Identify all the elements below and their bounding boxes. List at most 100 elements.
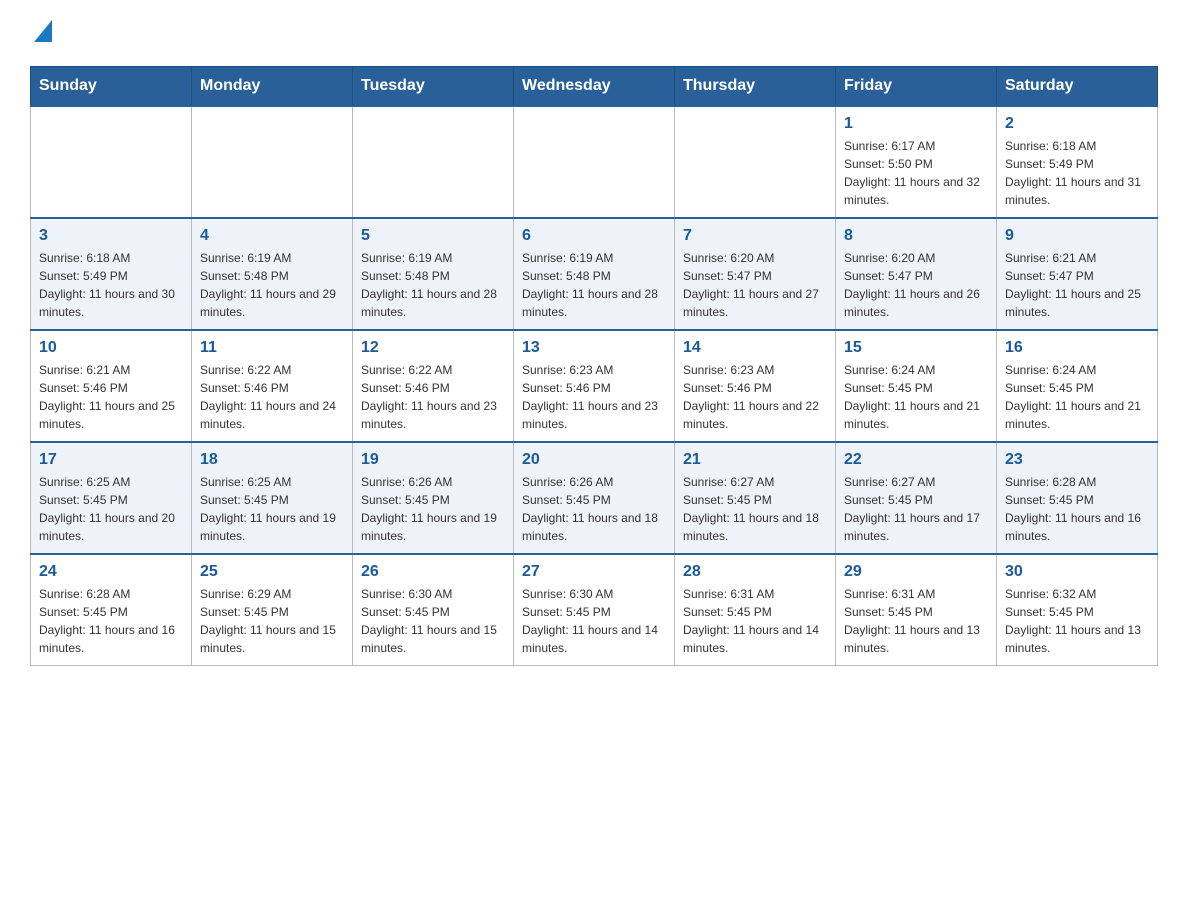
calendar-cell: [31, 106, 192, 218]
day-number: 27: [522, 563, 666, 581]
day-info: Sunrise: 6:21 AM Sunset: 5:47 PM Dayligh…: [1005, 249, 1149, 321]
weekday-header-row: SundayMondayTuesdayWednesdayThursdayFrid…: [31, 67, 1158, 107]
day-number: 14: [683, 339, 827, 357]
day-number: 10: [39, 339, 183, 357]
day-number: 17: [39, 451, 183, 469]
day-number: 2: [1005, 115, 1149, 133]
weekday-header-wednesday: Wednesday: [514, 67, 675, 107]
day-info: Sunrise: 6:25 AM Sunset: 5:45 PM Dayligh…: [39, 473, 183, 545]
calendar-cell: 29 Sunrise: 6:31 AM Sunset: 5:45 PM Dayli…: [836, 554, 997, 666]
calendar-table: SundayMondayTuesdayWednesdayThursdayFrid…: [30, 66, 1158, 666]
day-number: 21: [683, 451, 827, 469]
day-info: Sunrise: 6:23 AM Sunset: 5:46 PM Dayligh…: [683, 361, 827, 433]
day-number: 5: [361, 227, 505, 245]
calendar-cell: 8 Sunrise: 6:20 AM Sunset: 5:47 PM Daylig…: [836, 218, 997, 330]
calendar-cell: 3Sunrise: 6:18 AM Sunset: 5:49 PM Daylig…: [31, 218, 192, 330]
day-info: Sunrise: 6:24 AM Sunset: 5:45 PM Dayligh…: [844, 361, 988, 433]
day-number: 15: [844, 339, 988, 357]
day-number: 7: [683, 227, 827, 245]
calendar-header: SundayMondayTuesdayWednesdayThursdayFrid…: [31, 67, 1158, 107]
weekday-header-thursday: Thursday: [675, 67, 836, 107]
calendar-cell: 27 Sunrise: 6:30 AM Sunset: 5:45 PM Dayli…: [514, 554, 675, 666]
calendar-cell: 30 Sunrise: 6:32 AM Sunset: 5:45 PM Dayli…: [997, 554, 1158, 666]
calendar-cell: 16 Sunrise: 6:24 AM Sunset: 5:45 PM Dayli…: [997, 330, 1158, 442]
calendar-cell: [192, 106, 353, 218]
calendar-cell: 12 Sunrise: 6:22 AM Sunset: 5:46 PM Dayli…: [353, 330, 514, 442]
calendar-cell: 18 Sunrise: 6:25 AM Sunset: 5:45 PM Dayli…: [192, 442, 353, 554]
day-info: Sunrise: 6:28 AM Sunset: 5:45 PM Dayligh…: [1005, 473, 1149, 545]
day-number: 11: [200, 339, 344, 357]
logo: [30, 20, 52, 46]
day-info: Sunrise: 6:25 AM Sunset: 5:45 PM Dayligh…: [200, 473, 344, 545]
day-number: 23: [1005, 451, 1149, 469]
day-info: Sunrise: 6:26 AM Sunset: 5:45 PM Dayligh…: [522, 473, 666, 545]
calendar-cell: 2 Sunrise: 6:18 AM Sunset: 5:49 PM Daylig…: [997, 106, 1158, 218]
calendar-cell: 13Sunrise: 6:23 AM Sunset: 5:46 PM Dayli…: [514, 330, 675, 442]
page-header: [30, 20, 1158, 46]
day-info: Sunrise: 6:18 AM Sunset: 5:49 PM Dayligh…: [39, 249, 183, 321]
day-number: 26: [361, 563, 505, 581]
calendar-cell: [353, 106, 514, 218]
weekday-header-friday: Friday: [836, 67, 997, 107]
calendar-cell: 4Sunrise: 6:19 AM Sunset: 5:48 PM Daylig…: [192, 218, 353, 330]
calendar-cell: 11 Sunrise: 6:22 AM Sunset: 5:46 PM Dayli…: [192, 330, 353, 442]
day-info: Sunrise: 6:28 AM Sunset: 5:45 PM Dayligh…: [39, 585, 183, 657]
day-info: Sunrise: 6:21 AM Sunset: 5:46 PM Dayligh…: [39, 361, 183, 433]
day-info: Sunrise: 6:30 AM Sunset: 5:45 PM Dayligh…: [361, 585, 505, 657]
day-number: 18: [200, 451, 344, 469]
day-number: 25: [200, 563, 344, 581]
day-info: Sunrise: 6:22 AM Sunset: 5:46 PM Dayligh…: [200, 361, 344, 433]
day-info: Sunrise: 6:24 AM Sunset: 5:45 PM Dayligh…: [1005, 361, 1149, 433]
day-info: Sunrise: 6:27 AM Sunset: 5:45 PM Dayligh…: [683, 473, 827, 545]
calendar-cell: [675, 106, 836, 218]
day-number: 24: [39, 563, 183, 581]
calendar-cell: 23 Sunrise: 6:28 AM Sunset: 5:45 PM Dayli…: [997, 442, 1158, 554]
weekday-header-saturday: Saturday: [997, 67, 1158, 107]
calendar-cell: 28 Sunrise: 6:31 AM Sunset: 5:45 PM Dayli…: [675, 554, 836, 666]
calendar-cell: 14 Sunrise: 6:23 AM Sunset: 5:46 PM Dayli…: [675, 330, 836, 442]
day-info: Sunrise: 6:19 AM Sunset: 5:48 PM Dayligh…: [361, 249, 505, 321]
day-number: 6: [522, 227, 666, 245]
calendar-cell: 7 Sunrise: 6:20 AM Sunset: 5:47 PM Daylig…: [675, 218, 836, 330]
weekday-header-monday: Monday: [192, 67, 353, 107]
calendar-cell: 17 Sunrise: 6:25 AM Sunset: 5:45 PM Dayli…: [31, 442, 192, 554]
calendar-cell: 25 Sunrise: 6:29 AM Sunset: 5:45 PM Dayli…: [192, 554, 353, 666]
day-info: Sunrise: 6:20 AM Sunset: 5:47 PM Dayligh…: [844, 249, 988, 321]
calendar-cell: 1Sunrise: 6:17 AM Sunset: 5:50 PM Daylig…: [836, 106, 997, 218]
calendar-cell: 15 Sunrise: 6:24 AM Sunset: 5:45 PM Dayli…: [836, 330, 997, 442]
day-info: Sunrise: 6:27 AM Sunset: 5:45 PM Dayligh…: [844, 473, 988, 545]
day-info: Sunrise: 6:18 AM Sunset: 5:49 PM Dayligh…: [1005, 137, 1149, 209]
day-number: 9: [1005, 227, 1149, 245]
week-row-2: 3Sunrise: 6:18 AM Sunset: 5:49 PM Daylig…: [31, 218, 1158, 330]
day-info: Sunrise: 6:32 AM Sunset: 5:45 PM Dayligh…: [1005, 585, 1149, 657]
day-info: Sunrise: 6:26 AM Sunset: 5:45 PM Dayligh…: [361, 473, 505, 545]
week-row-3: 10 Sunrise: 6:21 AM Sunset: 5:46 PM Dayli…: [31, 330, 1158, 442]
calendar-cell: 5 Sunrise: 6:19 AM Sunset: 5:48 PM Daylig…: [353, 218, 514, 330]
calendar-cell: 6 Sunrise: 6:19 AM Sunset: 5:48 PM Daylig…: [514, 218, 675, 330]
weekday-header-sunday: Sunday: [31, 67, 192, 107]
calendar-cell: 24 Sunrise: 6:28 AM Sunset: 5:45 PM Dayli…: [31, 554, 192, 666]
day-number: 22: [844, 451, 988, 469]
day-number: 4: [200, 227, 344, 245]
day-number: 12: [361, 339, 505, 357]
day-number: 29: [844, 563, 988, 581]
day-number: 28: [683, 563, 827, 581]
day-number: 16: [1005, 339, 1149, 357]
day-number: 8: [844, 227, 988, 245]
day-info: Sunrise: 6:20 AM Sunset: 5:47 PM Dayligh…: [683, 249, 827, 321]
calendar-cell: 26 Sunrise: 6:30 AM Sunset: 5:45 PM Dayli…: [353, 554, 514, 666]
day-number: 30: [1005, 563, 1149, 581]
day-number: 20: [522, 451, 666, 469]
day-info: Sunrise: 6:29 AM Sunset: 5:45 PM Dayligh…: [200, 585, 344, 657]
day-number: 19: [361, 451, 505, 469]
calendar-cell: 10 Sunrise: 6:21 AM Sunset: 5:46 PM Dayli…: [31, 330, 192, 442]
logo-triangle-icon: [34, 20, 52, 42]
day-info: Sunrise: 6:31 AM Sunset: 5:45 PM Dayligh…: [844, 585, 988, 657]
day-number: 1: [844, 115, 988, 133]
day-info: Sunrise: 6:31 AM Sunset: 5:45 PM Dayligh…: [683, 585, 827, 657]
day-info: Sunrise: 6:19 AM Sunset: 5:48 PM Dayligh…: [522, 249, 666, 321]
day-info: Sunrise: 6:22 AM Sunset: 5:46 PM Dayligh…: [361, 361, 505, 433]
day-info: Sunrise: 6:30 AM Sunset: 5:45 PM Dayligh…: [522, 585, 666, 657]
calendar-cell: [514, 106, 675, 218]
day-number: 13: [522, 339, 666, 357]
